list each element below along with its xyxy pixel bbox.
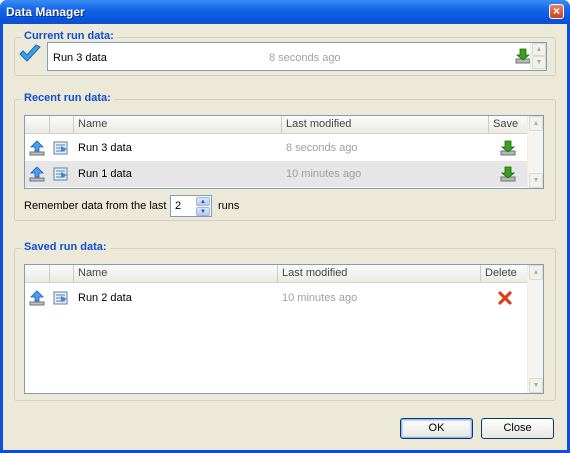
current-run-group-label: Current run data:: [21, 30, 117, 42]
header-name[interactable]: Name: [74, 116, 282, 133]
current-run-scrollbar[interactable]: ▲ ▼: [530, 43, 546, 70]
header-name[interactable]: Name: [74, 265, 278, 282]
current-run-name: Run 3 data: [53, 52, 107, 64]
row-modified: 10 minutes ago: [286, 168, 362, 180]
remember-label: Remember data from the last: [24, 200, 167, 212]
scroll-down-arrow[interactable]: ▼: [529, 378, 543, 393]
scroll-up-arrow[interactable]: ▲: [529, 116, 543, 131]
checkmark-icon: [19, 44, 41, 62]
view-list-icon[interactable]: [52, 165, 70, 183]
header-last-modified[interactable]: Last modified: [282, 116, 489, 133]
scroll-down-arrow[interactable]: ▼: [532, 56, 546, 69]
remember-runs-spinner[interactable]: 2 ▲ ▼: [170, 195, 212, 217]
header-delete[interactable]: Delete: [481, 265, 528, 282]
header-save[interactable]: Save: [489, 116, 528, 133]
header-load-col[interactable]: [25, 265, 50, 282]
recent-row[interactable]: Run 1 data 10 minutes ago: [25, 161, 528, 187]
load-arrow-up-icon[interactable]: [28, 139, 46, 157]
title-bar[interactable]: Data Manager ×: [0, 0, 570, 24]
header-load-col[interactable]: [25, 116, 50, 133]
recent-list-header: Name Last modified Save: [25, 116, 543, 134]
scroll-up-arrow[interactable]: ▲: [529, 265, 543, 280]
row-name: Run 1 data: [78, 168, 132, 180]
current-run-group: Current run data: Run 3 data 8 seconds a…: [14, 30, 556, 76]
row-modified: 10 minutes ago: [282, 292, 358, 304]
saved-run-group: Saved run data: Name Last modified Delet…: [14, 241, 556, 401]
runs-label: runs: [218, 200, 240, 212]
save-download-icon[interactable]: [499, 139, 517, 157]
recent-run-group-label: Recent run data:: [21, 92, 114, 104]
recent-row[interactable]: Run 3 data 8 seconds ago: [25, 135, 528, 161]
window-title: Data Manager: [6, 5, 85, 19]
row-modified: 8 seconds ago: [286, 142, 358, 154]
data-manager-window: Data Manager × Current run data: Run 3 d…: [0, 0, 570, 453]
saved-list-scrollbar[interactable]: ▲ ▼: [527, 265, 543, 393]
saved-run-list[interactable]: Name Last modified Delete Run 2 data 10 …: [24, 264, 544, 394]
spin-up-button[interactable]: ▲: [196, 197, 210, 206]
header-view-col[interactable]: [50, 265, 74, 282]
delete-x-icon[interactable]: [496, 289, 514, 307]
recent-list-scrollbar[interactable]: ▲ ▼: [527, 116, 543, 188]
saved-list-header: Name Last modified Delete: [25, 265, 543, 283]
scroll-up-arrow[interactable]: ▲: [532, 43, 546, 56]
saved-row[interactable]: Run 2 data 10 minutes ago: [25, 285, 528, 311]
saved-run-group-label: Saved run data:: [21, 241, 110, 253]
view-list-icon[interactable]: [52, 289, 70, 307]
current-run-field[interactable]: Run 3 data 8 seconds ago ▲ ▼: [47, 42, 547, 71]
current-run-modified: 8 seconds ago: [269, 52, 341, 64]
close-button[interactable]: Close: [481, 418, 554, 439]
ok-button[interactable]: OK: [400, 418, 473, 439]
row-name: Run 2 data: [78, 292, 132, 304]
recent-run-list[interactable]: Name Last modified Save Run 3 data 8 sec…: [24, 115, 544, 189]
spin-down-button[interactable]: ▼: [196, 207, 210, 216]
window-close-button[interactable]: ×: [549, 4, 564, 19]
load-arrow-up-icon[interactable]: [28, 165, 46, 183]
recent-run-group: Recent run data: Name Last modified Save: [14, 92, 556, 221]
scroll-down-arrow[interactable]: ▼: [529, 173, 543, 188]
header-last-modified[interactable]: Last modified: [278, 265, 481, 282]
save-download-icon[interactable]: [499, 165, 517, 183]
remember-runs-value[interactable]: 2: [175, 200, 181, 212]
view-list-icon[interactable]: [52, 139, 70, 157]
row-name: Run 3 data: [78, 142, 132, 154]
header-view-col[interactable]: [50, 116, 74, 133]
dialog-client-area: Current run data: Run 3 data 8 seconds a…: [3, 24, 567, 450]
load-arrow-up-icon[interactable]: [28, 289, 46, 307]
